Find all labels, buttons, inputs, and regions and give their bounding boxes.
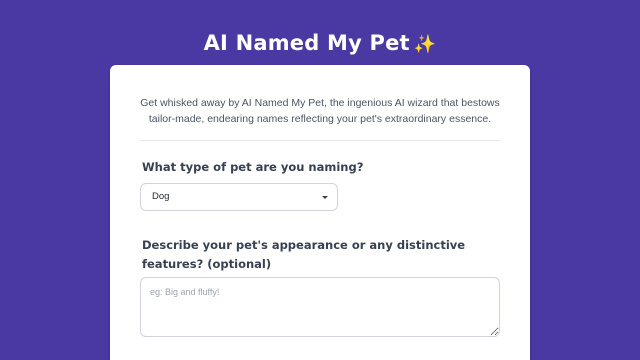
divider (140, 140, 500, 141)
chevron-down-icon (322, 196, 328, 199)
form-card: Get whisked away by AI Named My Pet, the… (110, 65, 530, 360)
page-title: AI Named My Pet ✨ (0, 29, 640, 59)
description-label: Describe your pet's appearance or any di… (142, 238, 466, 271)
pet-type-selected-value: Dog (152, 191, 170, 202)
description-textarea[interactable] (140, 277, 500, 337)
page-title-text: AI Named My Pet (203, 31, 410, 55)
pet-type-label: What type of pet are you naming? (142, 160, 364, 174)
intro-text: Get whisked away by AI Named My Pet, the… (140, 97, 500, 125)
pet-type-select[interactable]: Dog (140, 183, 338, 211)
sparkles-icon: ✨ (413, 34, 437, 55)
